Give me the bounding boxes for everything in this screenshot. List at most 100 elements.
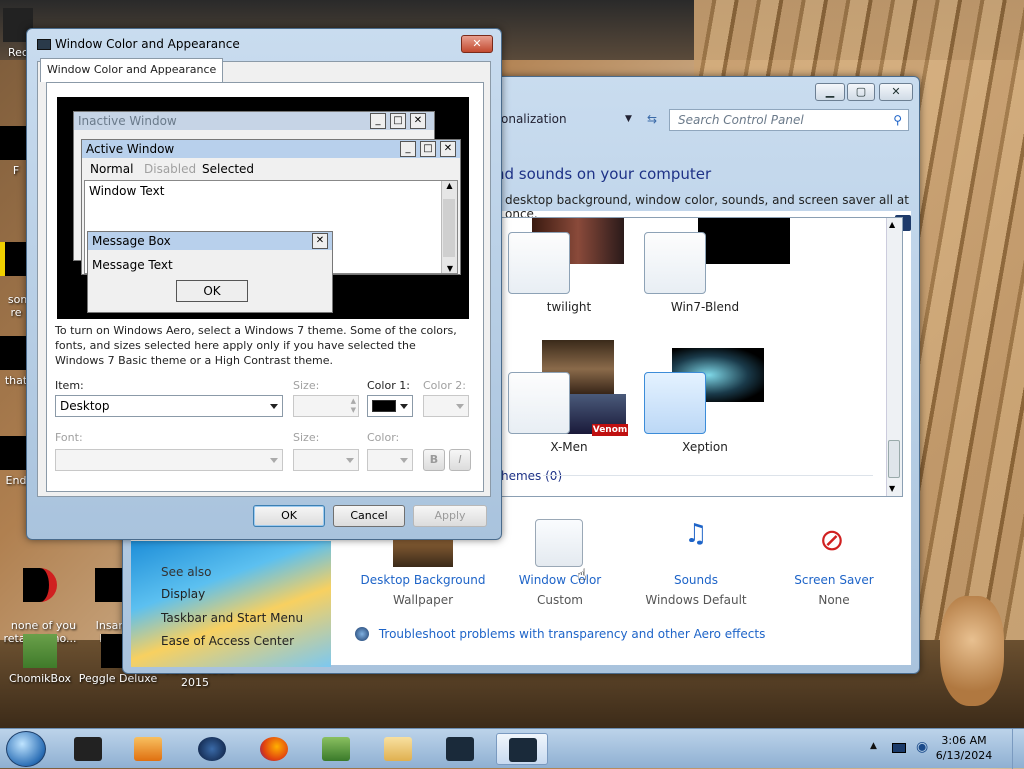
category-divider — [543, 475, 873, 476]
taskbar-item-chomikbox[interactable] — [310, 733, 362, 765]
firefox-icon — [260, 737, 288, 761]
desktop-icon-none-of-you[interactable]: none of you retards kno... — [0, 542, 80, 645]
preview-menu-bar: Normal Disabled Selected — [82, 160, 460, 178]
see-also-taskbar-link[interactable]: Taskbar and Start Menu — [161, 611, 303, 625]
scroll-down-icon[interactable]: ▼ — [889, 484, 895, 493]
message-text: Message Text — [92, 258, 173, 272]
item-label: Item: — [55, 379, 84, 392]
tab-panel: Inactive Window _ □ ✕ Active Window _ □ … — [46, 82, 484, 492]
taskbar-item-6[interactable] — [434, 733, 486, 765]
theme-x-men-thumb[interactable] — [508, 372, 570, 434]
refresh-icon[interactable]: ⇆ — [647, 107, 657, 131]
maximize-icon: ▢ — [855, 85, 867, 98]
see-also-title: See also — [161, 565, 212, 579]
theme-list-scrollbar[interactable]: ▲ ▼ — [886, 218, 902, 496]
theme-win7-blend-thumb[interactable] — [644, 232, 706, 294]
option-subtitle: Custom — [537, 593, 583, 607]
option-title[interactable]: Screen Saver — [769, 573, 899, 587]
chevron-down-icon — [456, 404, 464, 409]
search-input[interactable]: Search Control Panel ⚲ — [669, 109, 909, 131]
bold-button[interactable]: B — [423, 449, 445, 471]
menu-disabled: Disabled — [144, 162, 197, 176]
close-icon: ✕ — [891, 85, 901, 98]
option-title[interactable]: Sounds — [631, 573, 761, 587]
desktop-icon-chomikbox[interactable]: ChomikBox — [0, 634, 80, 685]
taskbar-item-explorer[interactable] — [372, 733, 424, 765]
option-subtitle: None — [818, 593, 850, 607]
chomikbox-icon — [23, 634, 57, 668]
taskbar-item-firefox[interactable] — [248, 733, 300, 765]
color2-picker[interactable] — [423, 395, 469, 417]
volume-icon[interactable]: ◉ — [916, 739, 928, 755]
close-button[interactable]: ✕ — [879, 83, 913, 101]
dialog-body: Window Color and Appearance Inactive Win… — [37, 58, 491, 497]
color1-picker[interactable] — [367, 395, 413, 417]
font-select[interactable] — [55, 449, 283, 471]
close-icon: ✕ — [472, 37, 482, 50]
see-also-display-link[interactable]: Display — [161, 587, 205, 601]
font-size-label: Size: — [293, 431, 320, 444]
system-clock[interactable]: 3:06 AM 6/13/2024 — [934, 733, 994, 763]
chevron-down-icon — [270, 404, 278, 409]
troubleshoot-link[interactable]: Troubleshoot problems with transparency … — [355, 627, 765, 641]
apply-button[interactable]: Apply — [413, 505, 487, 527]
monitor-icon — [446, 737, 474, 761]
show-desktop-button[interactable] — [1012, 729, 1024, 769]
troubleshoot-text[interactable]: Troubleshoot problems with transparency … — [379, 627, 766, 641]
size-spinner[interactable]: ▲ ▼ — [293, 395, 359, 417]
show-hidden-icons-icon[interactable]: ▲ — [870, 741, 877, 751]
font-size-select[interactable] — [293, 449, 359, 471]
scroll-thumb[interactable] — [888, 440, 900, 478]
minimize-icon: ▁ — [825, 85, 835, 98]
window-color-option[interactable]: Window Color Custom — [495, 573, 625, 607]
item-select-value: Desktop — [60, 399, 110, 413]
color2-label: Color 2: — [423, 379, 466, 392]
font-color-picker[interactable] — [367, 449, 413, 471]
appearance-preview[interactable]: Inactive Window _ □ ✕ Active Window _ □ … — [57, 97, 469, 319]
desktop-background-option[interactable]: Desktop Background Wallpaper — [358, 573, 488, 607]
italic-button[interactable]: I — [449, 449, 471, 471]
clock-time: 3:06 AM — [941, 734, 987, 747]
taskbar-item-media-player[interactable] — [122, 733, 174, 765]
theme-xeption-label[interactable]: Xeption — [640, 440, 770, 454]
window-text: Window Text — [89, 184, 165, 198]
option-title[interactable]: Desktop Background — [358, 573, 488, 587]
search-icon: ⚲ — [893, 113, 902, 127]
start-button[interactable] — [6, 731, 46, 767]
theme-twilight-thumb[interactable] — [508, 232, 570, 294]
minimize-button[interactable]: ▁ — [815, 83, 845, 101]
preview-message-box[interactable]: Message Box ✕ Message Text OK — [87, 231, 333, 313]
option-subtitle: Windows Default — [645, 593, 747, 607]
sounds-option[interactable]: Sounds Windows Default — [631, 573, 761, 607]
screen-saver-option[interactable]: Screen Saver None — [769, 573, 899, 607]
tab-window-color-appearance[interactable]: Window Color and Appearance — [40, 58, 224, 82]
close-icon: ✕ — [312, 233, 328, 249]
taskbar-item-control-panel[interactable] — [496, 733, 548, 765]
theme-twilight-label[interactable]: twilight — [504, 300, 634, 314]
desktop-icon-label: Rec — [8, 46, 28, 59]
scroll-up-icon[interactable]: ▲ — [889, 220, 895, 229]
troubleshoot-icon — [355, 627, 369, 641]
theme-xeption-thumb[interactable] — [644, 372, 706, 434]
scroll-down-icon: ▼ — [446, 264, 454, 273]
ok-button[interactable]: OK — [253, 505, 325, 527]
theme-x-men-label[interactable]: X-Men — [504, 440, 634, 454]
address-text: onalization — [501, 112, 567, 126]
see-also-ease-of-access-link[interactable]: Ease of Access Center — [161, 634, 294, 648]
cancel-button[interactable]: Cancel — [333, 505, 405, 527]
minimize-icon: _ — [400, 141, 416, 157]
clock-date: 6/13/2024 — [935, 749, 993, 762]
minimize-icon: _ — [370, 113, 386, 129]
taskbar-item-1[interactable] — [62, 733, 114, 765]
chevron-down-icon[interactable]: ▼ — [625, 107, 632, 131]
media-player-icon — [134, 737, 162, 761]
dialog-close-button[interactable]: ✕ — [461, 35, 493, 53]
message-box-title: Message Box — [88, 232, 332, 250]
taskbar-item-3[interactable] — [186, 733, 238, 765]
sounds-icon: ♫ — [684, 519, 708, 549]
item-select[interactable]: Desktop — [55, 395, 283, 417]
theme-win7-blend-label[interactable]: Win7-Blend — [640, 300, 770, 314]
network-icon[interactable] — [892, 743, 906, 753]
option-title[interactable]: Window Color — [495, 573, 625, 587]
maximize-button[interactable]: ▢ — [847, 83, 875, 101]
